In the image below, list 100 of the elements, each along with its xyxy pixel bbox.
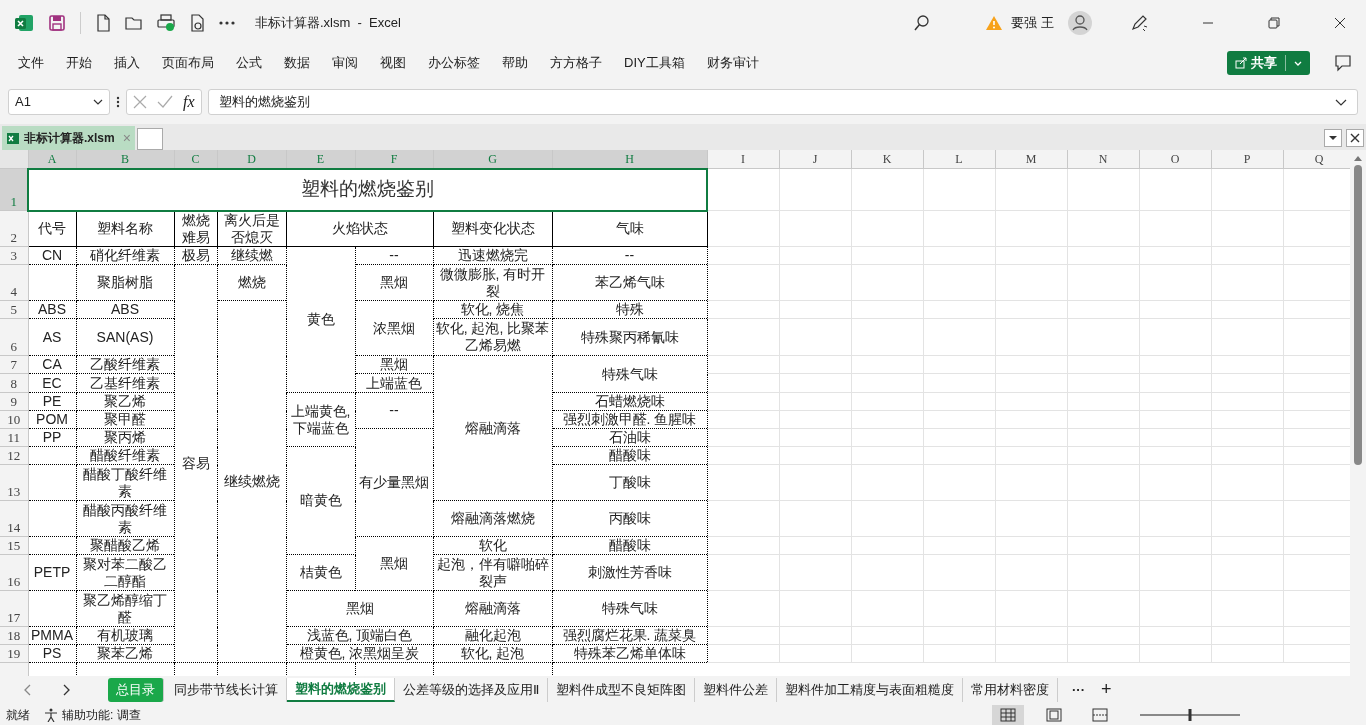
column-header[interactable]: F	[355, 150, 433, 169]
menu-tab[interactable]: 财务审计	[706, 49, 759, 77]
menu-tab[interactable]: DIY工具箱	[624, 49, 685, 77]
pen-icon[interactable]	[1130, 14, 1148, 32]
menu-tab[interactable]: 审阅	[332, 49, 358, 77]
excel-logo-icon[interactable]	[14, 13, 34, 33]
close-workbook-icon[interactable]	[1346, 129, 1364, 147]
new-file-icon[interactable]	[95, 14, 111, 32]
table-cell: 特殊气味	[552, 590, 707, 627]
column-header[interactable]: H	[552, 150, 707, 169]
next-sheet-icon[interactable]	[62, 683, 70, 696]
scroll-up-icon[interactable]	[1354, 156, 1362, 161]
table-cell: 塑料名称	[76, 210, 174, 247]
row-header[interactable]: 4	[0, 264, 28, 301]
column-header[interactable]: A	[28, 150, 76, 169]
menu-tab[interactable]: 办公标签	[428, 49, 480, 77]
print-icon[interactable]	[157, 14, 175, 32]
table-cell: 黑烟	[355, 264, 433, 301]
table-cell: 软化	[433, 536, 552, 555]
insert-function-button[interactable]: fx	[183, 90, 195, 114]
column-header[interactable]: Q	[1283, 150, 1350, 169]
search-icon[interactable]	[913, 14, 932, 32]
sheet-tab[interactable]: 塑料件加工精度与表面粗糙度	[777, 677, 963, 702]
row-header[interactable]: 14	[0, 500, 28, 537]
kebab-icon[interactable]	[116, 96, 120, 108]
menu-tab[interactable]: 开始	[66, 49, 92, 77]
add-sheet-button[interactable]: +	[1101, 676, 1112, 703]
row-header[interactable]: 17	[0, 590, 28, 627]
table-cell: 软化, 烧焦	[433, 300, 552, 319]
table-cell: 熔融滴落燃烧	[433, 500, 552, 537]
sheet-tab[interactable]: 常用材料密度	[963, 677, 1058, 702]
menu-tab[interactable]: 公式	[236, 49, 262, 77]
table-cell: 醋酸味	[552, 446, 707, 465]
zoom-slider-thumb[interactable]	[1188, 709, 1192, 721]
column-header[interactable]: G	[433, 150, 552, 169]
menu-tab[interactable]: 数据	[284, 49, 310, 77]
more-icon[interactable]	[219, 21, 235, 25]
row-header[interactable]: 16	[0, 554, 28, 591]
avatar-icon[interactable]	[1068, 11, 1092, 35]
workbook-tab[interactable]: 非标计算器.xlsm ×	[2, 126, 135, 150]
check-icon[interactable]	[157, 95, 173, 109]
page-break-view-icon[interactable]	[1092, 708, 1108, 722]
column-header[interactable]: B	[76, 150, 174, 169]
zoom-slider[interactable]	[1140, 709, 1240, 721]
more-sheets-button[interactable]: ···	[1072, 679, 1085, 700]
title-cell[interactable]: 塑料的燃烧鉴别	[28, 168, 707, 211]
menu-tab[interactable]: 方方格子	[550, 49, 602, 77]
previous-sheet-icon[interactable]	[24, 683, 32, 696]
column-header[interactable]: J	[779, 150, 851, 169]
scrollbar-thumb[interactable]	[1354, 165, 1362, 465]
table-cell: EC	[28, 373, 76, 393]
column-header[interactable]: L	[923, 150, 995, 169]
column-header[interactable]: M	[995, 150, 1067, 169]
row-header[interactable]: 6	[0, 318, 28, 356]
table-cell: CA	[28, 355, 76, 374]
row-header[interactable]: 2	[0, 210, 28, 247]
table-cell: 继续燃	[217, 246, 286, 265]
normal-view-icon[interactable]	[1000, 708, 1016, 722]
table-cell: --	[552, 246, 707, 265]
sheet-tab[interactable]: 塑料的燃烧鉴别	[287, 677, 395, 702]
table-cell: 软化, 起泡, 比聚苯乙烯易燃	[433, 318, 552, 356]
table-cell: 石蜡燃烧味	[552, 392, 707, 411]
column-header[interactable]: O	[1139, 150, 1211, 169]
column-header[interactable]: P	[1211, 150, 1283, 169]
table-cell: 聚乙烯醇缩丁醛	[76, 590, 174, 627]
open-folder-icon[interactable]	[125, 15, 143, 31]
caret-icon	[1294, 60, 1302, 66]
print-preview-icon[interactable]	[189, 14, 205, 32]
column-header[interactable]: K	[851, 150, 923, 169]
close-icon[interactable]	[1334, 17, 1346, 29]
table-cell: 聚甲醛	[76, 410, 174, 429]
column-header[interactable]: I	[707, 150, 779, 169]
share-button[interactable]: 共享	[1227, 51, 1310, 75]
sheet-tab[interactable]: 公差等级的选择及应用Ⅱ	[395, 677, 548, 702]
menu-tab[interactable]: 页面布局	[162, 49, 214, 77]
row-header[interactable]: 1	[0, 168, 28, 211]
comments-icon[interactable]	[1334, 54, 1352, 72]
column-header[interactable]: N	[1067, 150, 1139, 169]
menu-tab[interactable]: 视图	[380, 49, 406, 77]
column-header[interactable]: D	[217, 150, 286, 169]
save-icon[interactable]	[48, 14, 66, 32]
name-box[interactable]: A1	[8, 89, 110, 115]
row-header[interactable]: 13	[0, 464, 28, 501]
column-header[interactable]: E	[286, 150, 355, 169]
table-cell: 特殊聚丙稀氰味	[552, 318, 707, 356]
table-cell: 乙基纤维素	[76, 373, 174, 393]
page-layout-view-icon[interactable]	[1046, 708, 1062, 722]
column-header[interactable]: C	[174, 150, 217, 169]
menu-tab[interactable]: 文件	[18, 49, 44, 77]
dropdown-icon[interactable]	[1324, 129, 1342, 147]
sheet-tab[interactable]: 塑料件公差	[695, 677, 777, 702]
user-name[interactable]: 要强 王	[1011, 13, 1054, 33]
menu-tab[interactable]: 插入	[114, 49, 140, 77]
sheet-tab[interactable]: 塑料件成型不良矩阵图	[548, 677, 695, 702]
menu-tab[interactable]: 帮助	[502, 49, 528, 77]
table-cell: PETP	[28, 554, 76, 591]
accessibility-icon	[44, 708, 58, 722]
formula-field[interactable]: 塑料的燃烧鉴别	[207, 89, 1358, 115]
restore-icon[interactable]	[1268, 17, 1280, 29]
accessibility-status[interactable]: 辅助功能: 调查	[62, 706, 141, 724]
